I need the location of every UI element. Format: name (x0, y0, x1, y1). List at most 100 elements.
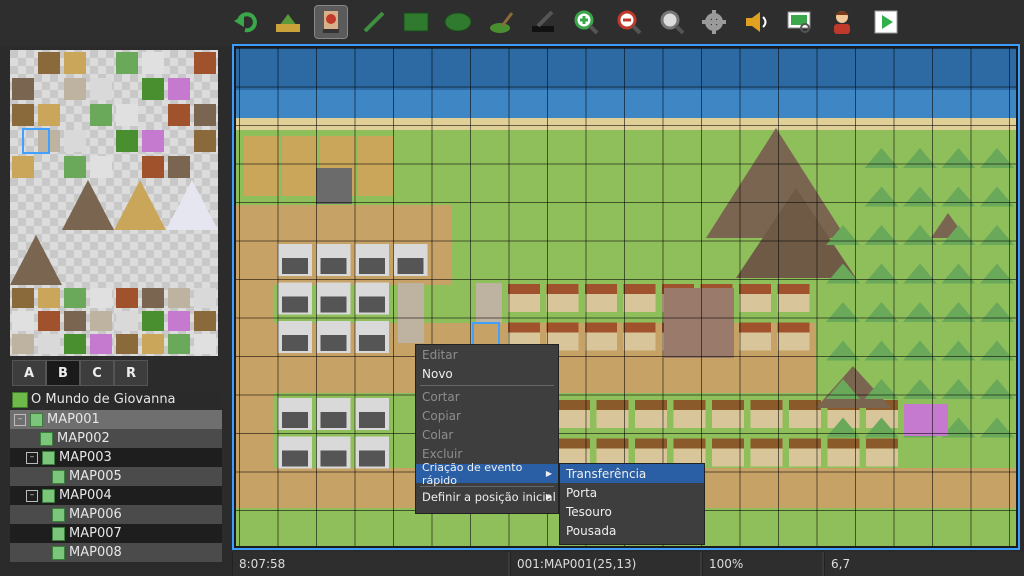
submenu-arrow-icon: ▶ (545, 492, 552, 501)
palette-tile (142, 334, 164, 354)
tree-item-map007[interactable]: MAP007 (10, 524, 222, 543)
quick-event-submenu: Transferência Porta Tesouro Pousada (559, 463, 705, 545)
gear-icon (702, 10, 726, 34)
project-icon (12, 391, 28, 408)
menu-item-paste[interactable]: Colar (416, 425, 558, 444)
zoom-actual-button[interactable] (656, 6, 688, 38)
palette-tile (142, 130, 164, 152)
tileset-palette[interactable] (10, 50, 218, 356)
playtest-button[interactable] (870, 6, 902, 38)
submenu-item-treasure[interactable]: Tesouro (560, 502, 704, 521)
palette-tile (116, 334, 138, 354)
tree-item-map004[interactable]: – MAP004 (10, 486, 222, 505)
collapse-toggle[interactable]: – (14, 413, 26, 426)
playtest-icon (874, 10, 898, 34)
palette-tile (116, 311, 138, 331)
palette-tile (90, 78, 112, 100)
project-root[interactable]: O Mundo de Giovanna (10, 390, 222, 409)
tree-item-map005[interactable]: MAP005 (10, 467, 222, 486)
undo-button[interactable] (230, 6, 262, 38)
tree-item-map008[interactable]: MAP008 (10, 543, 222, 562)
character-generator-icon (834, 11, 850, 34)
shadow-pen-button[interactable] (527, 6, 559, 38)
palette-tile (116, 104, 138, 126)
ellipse-icon (444, 12, 472, 32)
tree-item-label: MAP003 (59, 450, 112, 465)
collapse-toggle[interactable]: – (26, 451, 38, 464)
status-time: 8:07:58 (232, 552, 508, 576)
palette-tile (90, 334, 112, 354)
rectangle-button[interactable] (400, 6, 432, 38)
submenu-arrow-icon: ▶ (545, 469, 552, 478)
tab-c[interactable]: C (80, 360, 114, 386)
tree-item-label: MAP002 (57, 431, 110, 446)
zoom-out-icon (617, 10, 642, 35)
palette-tile (38, 52, 60, 74)
tree-item-map001[interactable]: – MAP001 (10, 410, 222, 429)
tileset-tiles[interactable] (10, 50, 218, 356)
palette-tile (38, 104, 60, 126)
palette-tile (64, 130, 86, 152)
sound-button[interactable] (741, 6, 773, 38)
palette-tile (142, 311, 164, 331)
resource-search-icon (787, 11, 811, 33)
event-layer-button[interactable] (314, 5, 348, 39)
character-generator-button[interactable] (826, 6, 858, 38)
palette-tile (168, 334, 190, 354)
menu-item-edit[interactable]: Editar (416, 345, 558, 364)
tab-a[interactable]: A (12, 360, 46, 386)
map-icon (42, 488, 55, 503)
tree-item-label: MAP006 (69, 507, 122, 522)
menu-item-new[interactable]: Novo (416, 364, 558, 383)
resource-search-button[interactable] (784, 6, 816, 38)
palette-tile (168, 78, 190, 100)
status-map-position: 001:MAP001(25,13) (510, 552, 700, 576)
tree-item-map002[interactable]: MAP002 (10, 429, 222, 448)
map-tree: O Mundo de Giovanna – MAP001 MAP002 – MA… (10, 390, 222, 570)
submenu-item-door[interactable]: Porta (560, 483, 704, 502)
tree-item-map006[interactable]: MAP006 (10, 505, 222, 524)
palette-tile (194, 334, 216, 354)
menu-item-quick-event[interactable]: Criação de evento rápido ▶ (416, 461, 558, 487)
fill-button[interactable] (485, 6, 517, 38)
menu-item-label: Criação de evento rápido (422, 460, 523, 487)
palette-tile (12, 104, 34, 126)
tree-item-label: MAP001 (47, 412, 100, 427)
zoom-in-button[interactable] (570, 6, 602, 38)
map-layer-button[interactable] (272, 6, 304, 38)
menu-item-label: Definir a posição inicial (422, 489, 556, 504)
sound-icon (746, 12, 767, 32)
palette-tile (194, 311, 216, 331)
palette-tile (64, 311, 86, 331)
tab-b[interactable]: B (46, 360, 80, 386)
tab-r[interactable]: R (114, 360, 148, 386)
map-icon (30, 412, 43, 427)
menu-item-set-start[interactable]: Definir a posição inicial ▶ (416, 487, 558, 506)
palette-tile (116, 52, 138, 74)
map-icon (42, 450, 55, 465)
palette-tile (168, 104, 190, 126)
ellipse-button[interactable] (442, 6, 474, 38)
menu-item-copy[interactable]: Copiar (416, 406, 558, 425)
pencil-button[interactable] (358, 6, 390, 38)
shadow-pen-icon (532, 10, 554, 32)
tree-item-label: MAP004 (59, 488, 112, 503)
submenu-item-transfer[interactable]: Transferência (560, 464, 704, 483)
tree-item-map003[interactable]: – MAP003 (10, 448, 222, 467)
zoom-out-button[interactable] (613, 6, 645, 38)
palette-tile (116, 130, 138, 152)
palette-tile (116, 288, 138, 308)
palette-tile (168, 156, 190, 178)
palette-tile (38, 288, 60, 308)
map-layer-icon (276, 14, 300, 32)
palette-tile (38, 311, 60, 331)
collapse-toggle[interactable]: – (26, 489, 38, 502)
palette-tile (38, 334, 60, 354)
menu-item-cut[interactable]: Cortar (416, 387, 558, 406)
palette-tile (142, 78, 164, 100)
settings-button[interactable] (698, 6, 730, 38)
palette-tile (194, 288, 216, 308)
submenu-item-inn[interactable]: Pousada (560, 521, 704, 540)
palette-tile (142, 288, 164, 308)
context-menu: Editar Novo Cortar Copiar Colar Excluir … (415, 344, 559, 514)
